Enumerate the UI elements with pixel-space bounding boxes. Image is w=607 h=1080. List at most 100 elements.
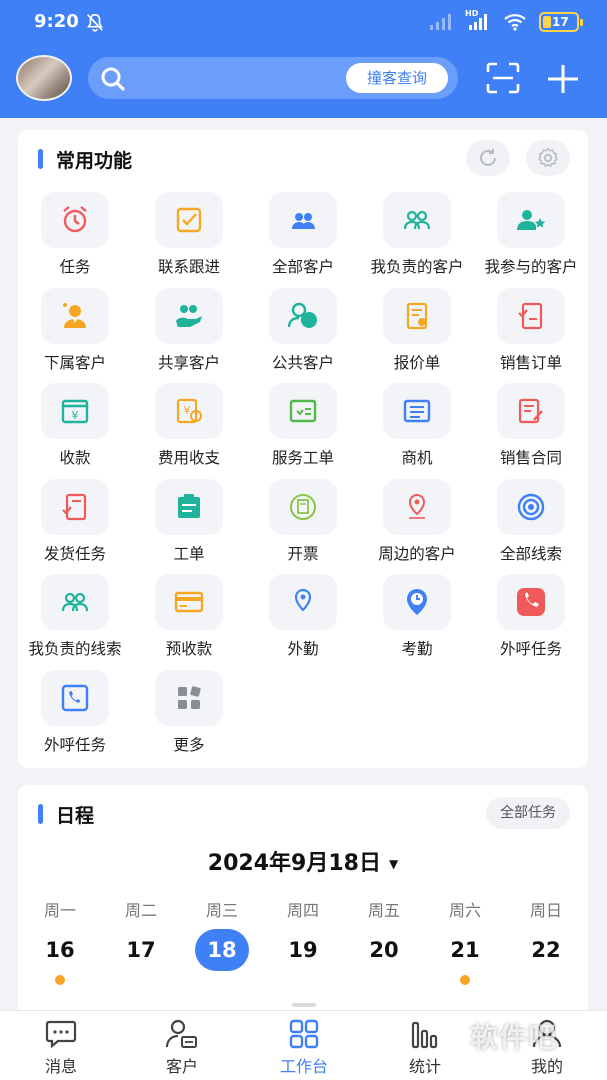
signal-icon: [469, 14, 487, 30]
function-item[interactable]: 全部线索: [474, 478, 588, 571]
calendar-day[interactable]: 21: [438, 929, 492, 971]
network-badge: HD: [465, 9, 491, 31]
settings-button[interactable]: [526, 140, 570, 176]
tab-stats[interactable]: 统计: [365, 1011, 485, 1080]
calendar-yen-icon: ¥: [41, 383, 109, 439]
function-item-label: 发货任务: [43, 544, 106, 563]
target-icon: [497, 478, 565, 535]
function-item[interactable]: 外勤: [246, 574, 360, 666]
calendar-day[interactable]: 17: [114, 929, 168, 971]
search-icon: [101, 67, 125, 91]
status-right: HD 17: [429, 9, 583, 32]
add-icon[interactable]: [545, 62, 581, 96]
function-item-label: 联系跟进: [157, 258, 220, 276]
top-header: 9:20 HD 17 撞客查询: [0, 0, 607, 118]
function-item-label: 商机: [401, 449, 433, 467]
all-tasks-button[interactable]: 全部任务: [486, 797, 570, 829]
function-item[interactable]: 全部客户: [246, 192, 360, 284]
person-star-icon: [497, 192, 565, 248]
function-item[interactable]: 我负责的客户: [360, 192, 474, 284]
event-dot: [460, 975, 470, 985]
function-item-label: 销售订单: [499, 353, 562, 372]
function-item-label: 费用收支: [157, 449, 220, 467]
scan-icon[interactable]: [486, 62, 520, 94]
function-item[interactable]: 发货任务: [18, 478, 132, 571]
function-item-label: 全部客户: [271, 258, 334, 276]
function-item[interactable]: 服务工单: [246, 383, 360, 475]
workbench-icon: [286, 1017, 322, 1049]
function-item[interactable]: 开票: [246, 478, 360, 571]
function-item[interactable]: 工单: [132, 478, 246, 571]
calendar-day[interactable]: 19: [276, 929, 330, 971]
avatar[interactable]: [16, 55, 72, 101]
function-item-label: 预收款: [165, 640, 213, 658]
service-order-icon: [269, 383, 337, 439]
weekday-label: 周日: [529, 901, 562, 920]
function-item[interactable]: 考勤: [360, 574, 474, 666]
phone-icon: [497, 574, 565, 630]
common-functions-card: 常用功能 任务 联系跟进 全部客户 我负责的客户 我参与的客户 下属客户 共享客户 公共客户 报…: [18, 130, 588, 768]
tab-workbench[interactable]: 工作台: [244, 1011, 364, 1080]
battery-icon: 17: [539, 12, 583, 32]
function-item[interactable]: ¥ 费用收支: [132, 383, 246, 475]
function-item[interactable]: 下属客户: [18, 287, 132, 380]
function-item[interactable]: 销售订单: [474, 287, 588, 380]
function-item[interactable]: 我负责的线索: [18, 574, 132, 666]
tab-label: 消息: [44, 1057, 77, 1076]
function-item[interactable]: 联系跟进: [132, 192, 246, 284]
calendar-day[interactable]: 20: [357, 929, 411, 971]
weekday-label: 周二: [124, 901, 157, 920]
drag-handle[interactable]: [292, 1003, 316, 1007]
function-item[interactable]: 任务: [18, 192, 132, 284]
function-item-label: 工单: [173, 544, 205, 563]
collision-query-button[interactable]: 撞客查询: [346, 63, 448, 93]
function-item[interactable]: 外呼任务: [18, 669, 132, 762]
function-item[interactable]: 外呼任务: [474, 574, 588, 666]
more-grid-icon: [155, 669, 223, 726]
function-item[interactable]: ¥ 收款: [18, 383, 132, 475]
calendar-day[interactable]: 22: [519, 929, 573, 971]
tab-message[interactable]: 消息: [1, 1011, 121, 1080]
weekday-label: 周六: [448, 901, 481, 920]
function-item-label: 共享客户: [157, 353, 220, 372]
calendar-day[interactable]: 18: [195, 929, 249, 971]
people-icon: [269, 192, 337, 248]
checklist-icon: [155, 192, 223, 248]
watermark: 软件吧: [470, 1021, 558, 1054]
search-bar[interactable]: 撞客查询: [88, 57, 458, 99]
function-item-label: 我负责的客户: [370, 258, 464, 276]
function-item[interactable]: 更多: [132, 669, 246, 762]
date-picker[interactable]: 2024年9月18日 ▼: [18, 845, 588, 877]
alarm-clock-icon: [41, 192, 109, 248]
function-item[interactable]: 公共客户: [246, 287, 360, 380]
signal-empty-icon: [430, 14, 451, 30]
function-item[interactable]: 周边的客户: [360, 478, 474, 571]
stats-icon: [407, 1017, 443, 1049]
status-time: 9:20: [34, 11, 79, 32]
order-doc-icon: [497, 287, 565, 344]
function-item[interactable]: 共享客户: [132, 287, 246, 380]
wifi-icon: [504, 14, 526, 31]
caret-down-icon: ▼: [388, 857, 399, 871]
refresh-button[interactable]: [466, 140, 510, 176]
function-item-label: 外呼任务: [499, 640, 562, 658]
weekday-label: 周一: [43, 901, 76, 920]
function-item[interactable]: 我参与的客户: [474, 192, 588, 284]
gear-icon: [538, 147, 558, 167]
function-item[interactable]: 预收款: [132, 574, 246, 666]
function-item-label: 全部线索: [499, 544, 562, 563]
tab-label: 客户: [165, 1057, 198, 1076]
subordinate-icon: [41, 287, 109, 344]
function-item[interactable]: 销售合同: [474, 383, 588, 475]
calendar-day[interactable]: 16: [33, 929, 87, 971]
tab-label: 工作台: [279, 1057, 328, 1076]
schedule-title: 日程: [38, 801, 94, 828]
weekday-label: 周四: [286, 901, 319, 920]
function-item-label: 销售合同: [499, 449, 562, 467]
function-item-label: 我负责的线索: [28, 640, 122, 658]
function-item[interactable]: 报价单: [360, 287, 474, 380]
customer-icon: [164, 1017, 200, 1049]
function-item[interactable]: 商机: [360, 383, 474, 475]
tab-customer[interactable]: 客户: [122, 1011, 242, 1080]
function-item-label: 更多: [173, 735, 205, 754]
